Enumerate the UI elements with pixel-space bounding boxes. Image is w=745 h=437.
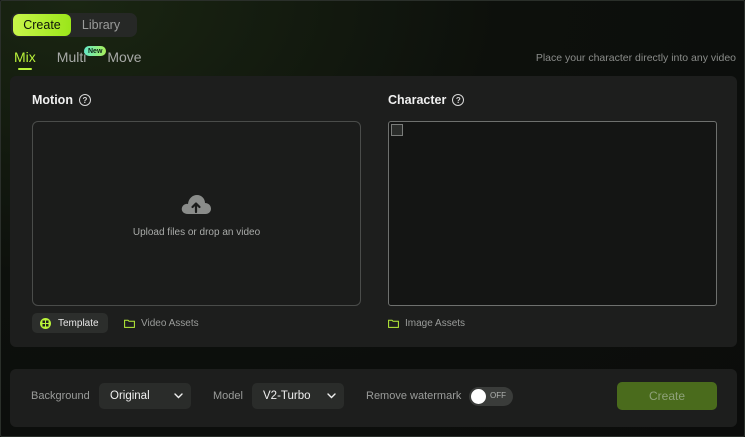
motion-title: Motion (32, 93, 73, 107)
image-assets-label: Image Assets (405, 317, 466, 329)
template-icon (40, 317, 51, 329)
mode-tab-mix[interactable]: Mix (14, 49, 36, 70)
mode-tab-multi[interactable]: Multi (57, 49, 87, 65)
character-heading: Character ? (388, 93, 465, 107)
mode-tabs: Mix Multi Move (14, 49, 142, 70)
image-assets-link[interactable]: Image Assets (388, 313, 465, 333)
chevron-down-icon (174, 393, 183, 399)
cloud-upload-icon (181, 195, 211, 214)
broken-image-icon (391, 124, 403, 136)
model-select[interactable]: V2-Turbo (252, 383, 344, 409)
character-image-preview[interactable] (388, 121, 717, 306)
tagline: Place your character directly into any v… (535, 52, 736, 64)
toggle-knob (471, 389, 486, 404)
remove-watermark-toggle[interactable]: OFF (469, 387, 513, 406)
template-label: Template (58, 317, 99, 329)
folder-icon (124, 319, 135, 328)
help-icon[interactable]: ? (78, 94, 91, 106)
background-value: Original (110, 390, 150, 402)
app-frame: Create Library Mix Multi Move New Place … (0, 0, 745, 437)
top-tab-switcher: Create Library (11, 13, 137, 37)
new-badge: New (84, 46, 107, 56)
video-assets-link[interactable]: Video Assets (124, 313, 199, 333)
folder-icon (388, 319, 399, 328)
chevron-down-icon (327, 393, 336, 399)
help-icon[interactable]: ? (452, 94, 465, 106)
create-button[interactable]: Create (617, 382, 717, 410)
tab-create[interactable]: Create (13, 14, 71, 36)
toggle-state-text: OFF (490, 391, 506, 400)
template-button[interactable]: Template (32, 313, 108, 333)
upload-hint: Upload files or drop an video (132, 227, 261, 238)
model-label: Model (213, 390, 243, 402)
background-label: Background (31, 390, 90, 402)
character-title: Character (388, 93, 447, 107)
main-panel: Motion ? Character ? Upload files or dro… (10, 76, 737, 347)
background-select[interactable]: Original (99, 383, 191, 409)
model-value: V2-Turbo (263, 390, 311, 402)
tab-library[interactable]: Library (71, 14, 131, 36)
mode-tab-move[interactable]: Move (107, 49, 141, 65)
bottom-toolbar: Background Original Model V2-Turbo Remov… (10, 369, 737, 427)
watermark-label: Remove watermark (366, 390, 462, 402)
video-assets-label: Video Assets (141, 317, 199, 329)
motion-heading: Motion ? (32, 93, 91, 107)
motion-upload-dropzone[interactable]: Upload files or drop an video (32, 121, 361, 306)
